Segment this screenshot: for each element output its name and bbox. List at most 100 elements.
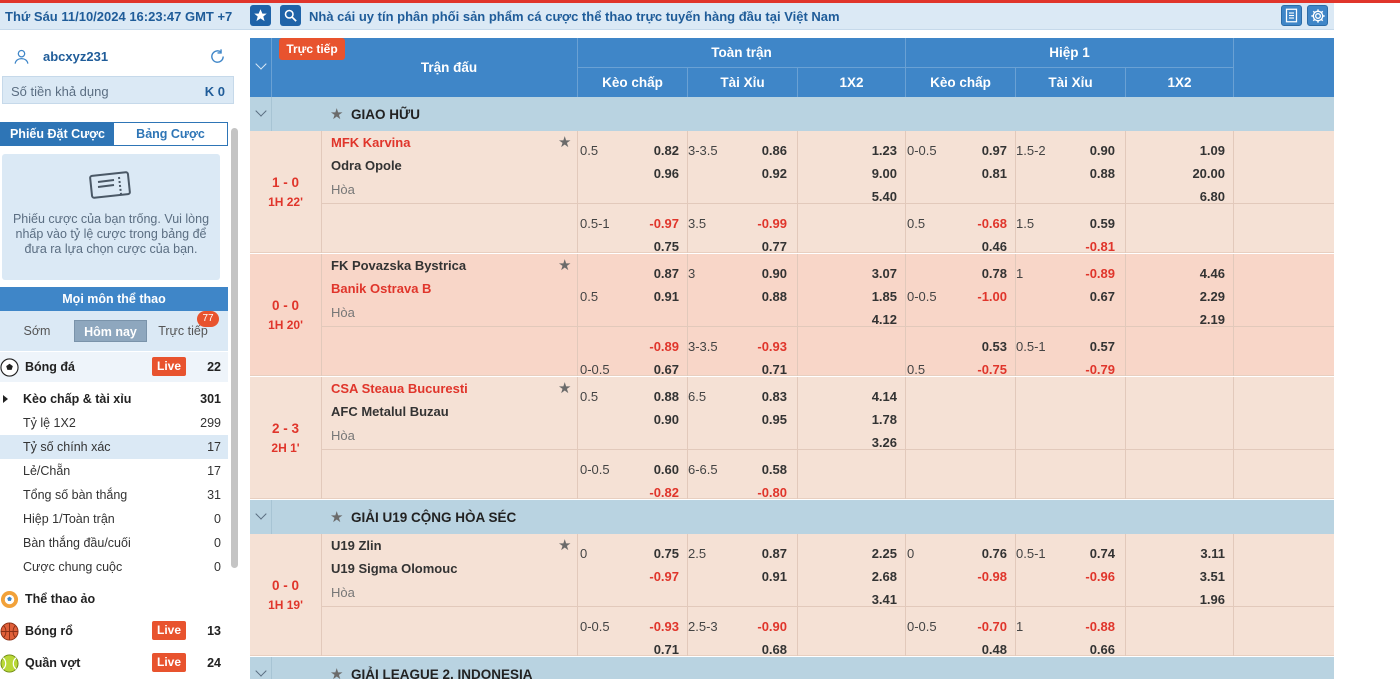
market-first-last-goal[interactable]: Bàn thắng đầu/cuối 0 (0, 531, 228, 555)
odds-value[interactable]: -0.89 (1065, 266, 1115, 281)
odds-value[interactable]: -0.80 (737, 485, 787, 500)
odds-value[interactable]: 3.26 (847, 435, 897, 450)
star-icon[interactable]: ★ (558, 536, 571, 554)
odds-value[interactable]: 0.53 (957, 339, 1007, 354)
odds-value[interactable]: 0.67 (1065, 289, 1115, 304)
market-outright[interactable]: Cược chung cuộc 0 (0, 555, 228, 579)
odds-value[interactable]: 2.29 (1175, 289, 1225, 304)
sport-tennis[interactable]: Quần vợt Live 24 (0, 648, 228, 678)
odds-value[interactable]: 0.92 (737, 166, 787, 181)
odds-value[interactable]: -0.93 (737, 339, 787, 354)
odds-value[interactable]: 1.96 (1175, 592, 1225, 607)
chevron-down-icon[interactable] (255, 58, 267, 70)
odds-value[interactable]: 3.07 (847, 266, 897, 281)
odds-value[interactable]: 0.91 (737, 569, 787, 584)
star-icon[interactable]: ★ (330, 665, 343, 679)
chevron-down-icon[interactable] (255, 105, 267, 117)
odds-value[interactable]: 0.88 (737, 289, 787, 304)
odds-value[interactable]: -0.79 (1065, 362, 1115, 377)
sport-virtual[interactable]: Thể thao ảo (0, 584, 228, 614)
odds-value[interactable]: 0.90 (1065, 143, 1115, 158)
odds-value[interactable]: -0.88 (1065, 619, 1115, 634)
odds-value[interactable]: 0.90 (737, 266, 787, 281)
odds-value[interactable]: 0.68 (737, 642, 787, 657)
odds-value[interactable]: 0.57 (1065, 339, 1115, 354)
star-icon[interactable]: ★ (558, 379, 571, 397)
tab-betslip[interactable]: Phiếu Đặt Cược (1, 123, 114, 145)
odds-value[interactable]: 0.58 (737, 462, 787, 477)
league-row[interactable]: ★ GIAO HỮU (250, 97, 1334, 131)
odds-value[interactable]: 0.97 (957, 143, 1007, 158)
odds-value[interactable]: 2.68 (847, 569, 897, 584)
odds-value[interactable]: -0.70 (957, 619, 1007, 634)
odds-value[interactable]: 3.41 (847, 592, 897, 607)
odds-value[interactable]: 4.14 (847, 389, 897, 404)
odds-value[interactable]: 0.75 (629, 239, 679, 254)
odds-value[interactable]: 0.60 (629, 462, 679, 477)
odds-value[interactable]: -0.98 (957, 569, 1007, 584)
odds-value[interactable]: -0.81 (1065, 239, 1115, 254)
odds-value[interactable]: 4.46 (1175, 266, 1225, 281)
league-row[interactable]: ★ GIẢI LEAGUE 2, INDONESIA (250, 657, 1334, 679)
odds-value[interactable]: -0.90 (737, 619, 787, 634)
odds-value[interactable]: 0.78 (957, 266, 1007, 281)
star-icon[interactable]: ★ (558, 133, 571, 151)
odds-value[interactable]: 0.83 (737, 389, 787, 404)
odds-value[interactable]: 0.82 (629, 143, 679, 158)
star-icon[interactable]: ★ (330, 105, 343, 123)
odds-value[interactable]: 0.87 (737, 546, 787, 561)
odds-value[interactable]: 0.86 (737, 143, 787, 158)
odds-value[interactable]: 1.23 (847, 143, 897, 158)
odds-value[interactable]: 4.12 (847, 312, 897, 327)
odds-value[interactable]: 20.00 (1175, 166, 1225, 181)
odds-value[interactable]: 0.91 (629, 289, 679, 304)
favorites-star-button[interactable] (250, 5, 271, 26)
market-odd-even[interactable]: Lẻ/Chẵn 17 (0, 459, 228, 483)
odds-value[interactable]: 1.09 (1175, 143, 1225, 158)
odds-value[interactable]: 0.48 (957, 642, 1007, 657)
tab-today[interactable]: Hôm nay (74, 320, 147, 342)
odds-value[interactable]: -0.97 (629, 216, 679, 231)
league-row[interactable]: ★ GIẢI U19 CỘNG HÒA SÉC (250, 500, 1334, 534)
odds-value[interactable]: -0.82 (629, 485, 679, 500)
star-icon[interactable]: ★ (558, 256, 571, 274)
market-correct-score[interactable]: Tỷ số chính xác 17 (0, 435, 228, 459)
odds-value[interactable]: 0.90 (629, 412, 679, 427)
odds-value[interactable]: 0.81 (957, 166, 1007, 181)
odds-value[interactable]: 6.80 (1175, 189, 1225, 204)
search-button[interactable] (280, 5, 301, 26)
odds-value[interactable]: 0.76 (957, 546, 1007, 561)
odds-value[interactable]: 0.59 (1065, 216, 1115, 231)
market-1x2[interactable]: Tỷ lệ 1X2 299 (0, 411, 228, 435)
odds-value[interactable]: -0.99 (737, 216, 787, 231)
odds-value[interactable]: 0.75 (629, 546, 679, 561)
tab-early[interactable]: Sớm (8, 320, 66, 342)
odds-value[interactable]: 0.96 (629, 166, 679, 181)
market-total-goals[interactable]: Tổng số bàn thắng 31 (0, 483, 228, 507)
odds-value[interactable]: -1.00 (957, 289, 1007, 304)
tab-bet-table[interactable]: Bảng Cược (114, 123, 227, 145)
chevron-down-icon[interactable] (255, 665, 267, 677)
odds-value[interactable]: 0.66 (1065, 642, 1115, 657)
odds-value[interactable]: -0.96 (1065, 569, 1115, 584)
odds-value[interactable]: 0.74 (1065, 546, 1115, 561)
odds-value[interactable]: 0.87 (629, 266, 679, 281)
odds-value[interactable]: -0.97 (629, 569, 679, 584)
odds-value[interactable]: 0.95 (737, 412, 787, 427)
odds-value[interactable]: 2.25 (847, 546, 897, 561)
odds-value[interactable]: 0.71 (737, 362, 787, 377)
refresh-icon[interactable] (209, 48, 226, 65)
sport-football[interactable]: Bóng đá Live 22 (0, 352, 228, 382)
market-ht-ft[interactable]: Hiệp 1/Toàn trận 0 (0, 507, 228, 531)
odds-value[interactable]: 1.78 (847, 412, 897, 427)
odds-value[interactable]: 0.88 (1065, 166, 1115, 181)
odds-value[interactable]: 0.67 (629, 362, 679, 377)
odds-value[interactable]: -0.93 (629, 619, 679, 634)
odds-value[interactable]: 3.51 (1175, 569, 1225, 584)
settings-button[interactable] (1307, 5, 1328, 26)
odds-value[interactable]: 0.71 (629, 642, 679, 657)
star-icon[interactable]: ★ (330, 508, 343, 526)
odds-value[interactable]: 0.46 (957, 239, 1007, 254)
odds-value[interactable]: -0.68 (957, 216, 1007, 231)
odds-value[interactable]: 0.77 (737, 239, 787, 254)
